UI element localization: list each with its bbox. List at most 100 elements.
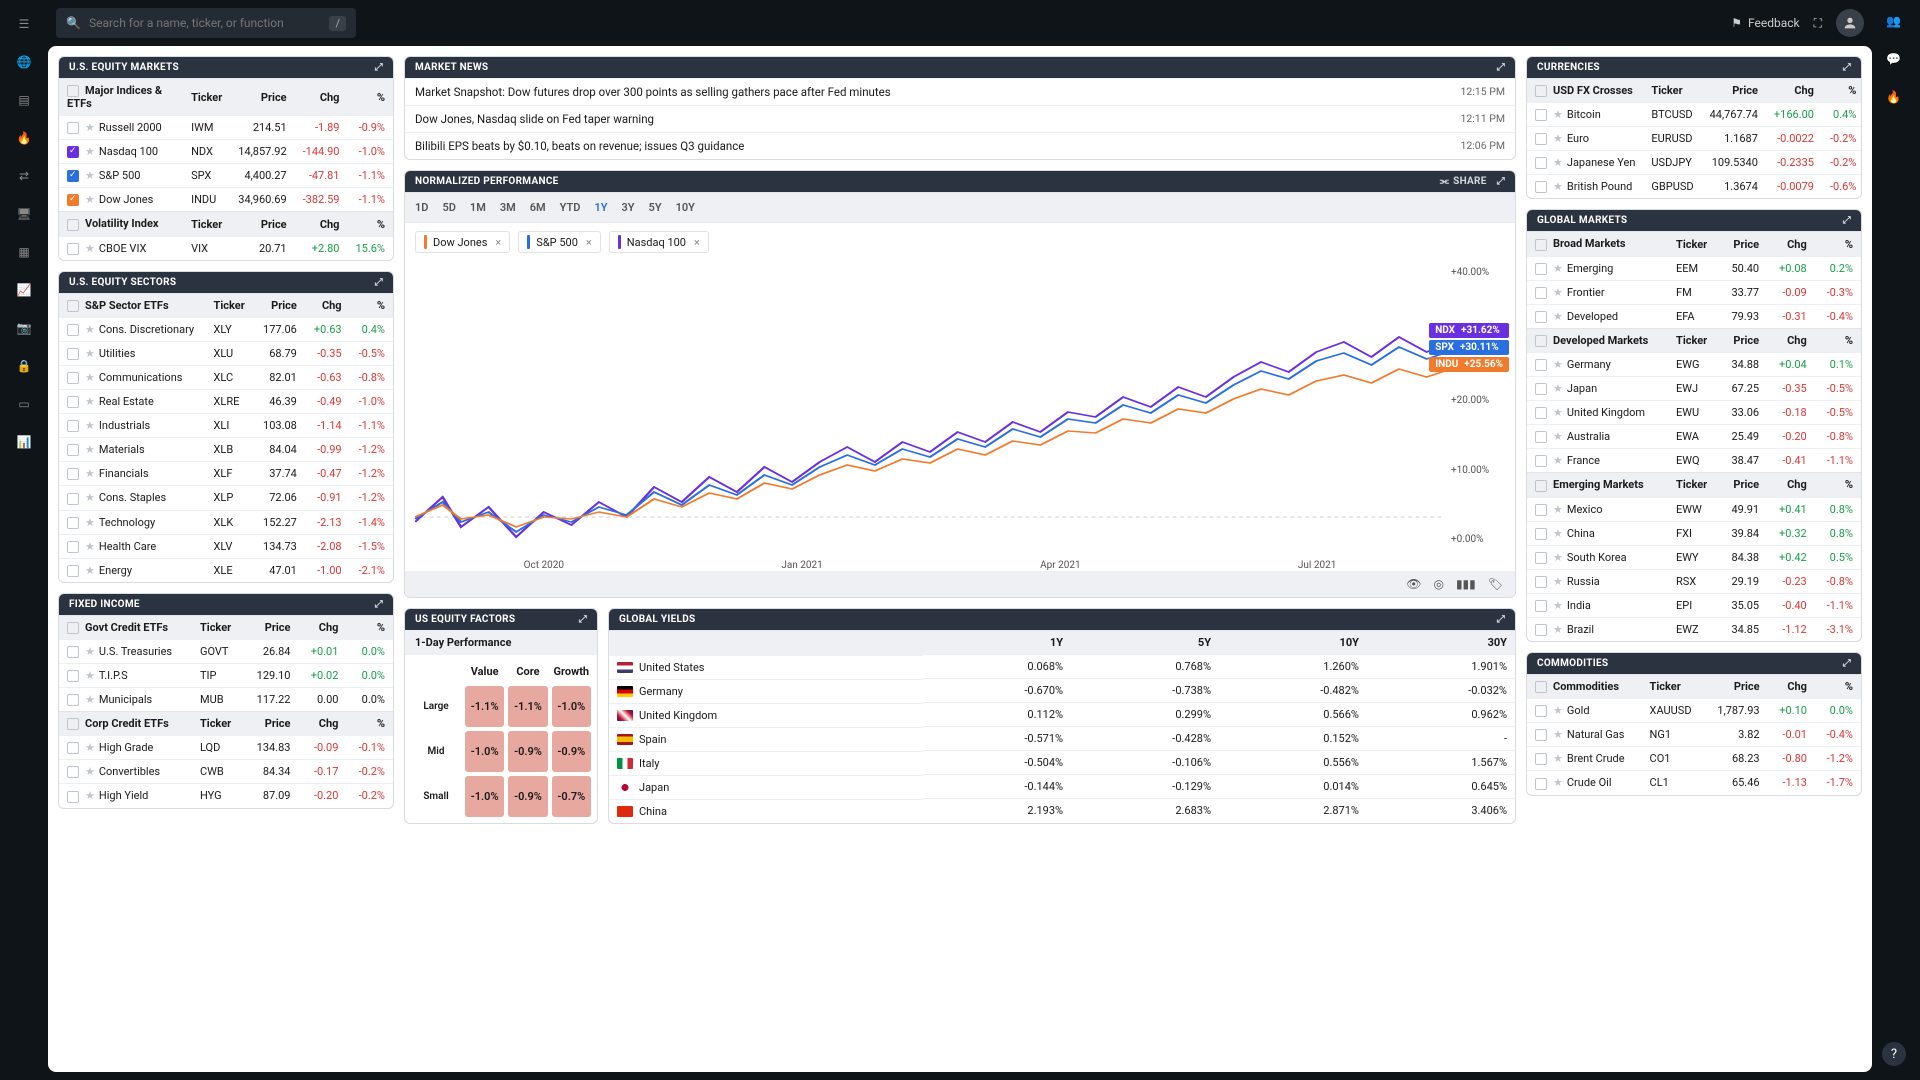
expand-icon[interactable]: ⤢ bbox=[1497, 176, 1505, 187]
eye-off-icon[interactable]: 👁 bbox=[1406, 577, 1421, 591]
table-row[interactable]: ★TechnologyXLK152.27-2.13-1.4% bbox=[59, 510, 393, 534]
table-row[interactable]: ★S&P 500SPX4,400.27-47.81-1.1% bbox=[59, 164, 393, 188]
chart-icon[interactable]: 📊 bbox=[14, 432, 34, 452]
table-row[interactable]: ★U.S. TreasuriesGOVT26.84+0.010.0% bbox=[59, 639, 393, 663]
news-icon[interactable]: ▤ bbox=[14, 90, 34, 110]
table-row[interactable]: ★Health CareXLV134.73-2.08-1.5% bbox=[59, 534, 393, 558]
yield-row[interactable]: Germany-0.670%-0.738%-0.482%-0.032% bbox=[609, 679, 1515, 703]
table-row[interactable]: ★Russell 2000IWM214.51-1.89-0.9% bbox=[59, 116, 393, 140]
table-row[interactable]: ★BrazilEWZ34.85-1.12-3.1% bbox=[1527, 617, 1861, 641]
range-tab-3Y[interactable]: 3Y bbox=[622, 201, 635, 214]
yield-row[interactable]: United States0.068%0.768%1.260%1.901% bbox=[609, 655, 1515, 679]
swap-icon[interactable]: ⇄ bbox=[14, 166, 34, 186]
table-row[interactable]: ★DevelopedEFA79.93-0.31-0.4% bbox=[1527, 304, 1861, 328]
range-tab-5D[interactable]: 5D bbox=[442, 201, 455, 214]
table-row[interactable]: ★Brent CrudeCO168.23-0.80-1.2% bbox=[1527, 747, 1861, 771]
table-row[interactable]: ★CommunicationsXLC82.01-0.63-0.8% bbox=[59, 365, 393, 389]
news-item[interactable]: Bilibili EPS beats by $0.10, beats on re… bbox=[405, 132, 1515, 159]
fire-icon[interactable]: 🔥 bbox=[14, 128, 34, 148]
expand-icon[interactable]: ⤢ bbox=[579, 614, 587, 625]
table-row[interactable]: ★CBOE VIXVIX20.71+2.8015.6% bbox=[59, 236, 393, 260]
factor-cell[interactable]: -1.0% bbox=[465, 731, 504, 772]
yield-row[interactable]: United Kingdom0.112%0.299%0.566%0.962% bbox=[609, 703, 1515, 727]
table-row[interactable]: ★EuroEURUSD1.1687-0.0022-0.2% bbox=[1527, 127, 1862, 151]
range-tab-10Y[interactable]: 10Y bbox=[676, 201, 695, 214]
search-field[interactable] bbox=[89, 16, 322, 30]
table-row[interactable]: ★Cons. StaplesXLP72.06-0.91-1.2% bbox=[59, 486, 393, 510]
expand-icon[interactable]: ⤢ bbox=[375, 599, 383, 610]
factor-cell[interactable]: -0.9% bbox=[508, 731, 547, 772]
yield-row[interactable]: Italy-0.504%-0.106%0.556%1.567% bbox=[609, 751, 1515, 775]
help-button[interactable]: ? bbox=[1882, 1042, 1906, 1066]
factor-cell[interactable]: -1.1% bbox=[508, 686, 547, 727]
feedback-button[interactable]: ⚑ Feedback bbox=[1731, 16, 1799, 30]
table-row[interactable]: ★T.I.P.STIP129.10+0.020.0% bbox=[59, 663, 393, 687]
table-row[interactable]: ★South KoreaEWY84.38+0.420.5% bbox=[1527, 545, 1861, 569]
table-row[interactable]: ★British PoundGBPUSD1.3674-0.0079-0.6% bbox=[1527, 175, 1862, 199]
table-row[interactable]: ★RussiaRSX29.19-0.23-0.8% bbox=[1527, 569, 1861, 593]
table-row[interactable]: ★FrontierFM33.77-0.09-0.3% bbox=[1527, 280, 1861, 304]
table-row[interactable]: ★MaterialsXLB84.04-0.99-1.2% bbox=[59, 438, 393, 462]
series-chip[interactable]: Nasdaq 100× bbox=[609, 231, 709, 253]
yield-row[interactable]: Spain-0.571%-0.428%0.152%- bbox=[609, 727, 1515, 751]
table-row[interactable]: ★BitcoinBTCUSD44,767.74+166.000.4% bbox=[1527, 103, 1862, 127]
table-row[interactable]: ★JapanEWJ67.25-0.35-0.5% bbox=[1527, 377, 1861, 401]
message-icon[interactable]: 💬 bbox=[1886, 52, 1906, 72]
table-row[interactable]: ★Japanese YenUSDJPY109.5340-0.2335-0.2% bbox=[1527, 151, 1862, 175]
fullscreen-icon[interactable]: ⛶ bbox=[1814, 16, 1822, 31]
bars-icon[interactable]: ▮▮▮ bbox=[1456, 577, 1476, 591]
factor-cell[interactable]: -1.0% bbox=[552, 686, 591, 727]
table-row[interactable]: ★MunicipalsMUB117.220.000.0% bbox=[59, 688, 393, 712]
close-icon[interactable]: × bbox=[495, 236, 501, 249]
range-tab-YTD[interactable]: YTD bbox=[560, 201, 581, 214]
yield-row[interactable]: China2.193%2.683%2.871%3.406% bbox=[609, 799, 1515, 823]
factor-cell[interactable]: -0.7% bbox=[552, 776, 591, 817]
table-row[interactable]: ★UtilitiesXLU68.79-0.35-0.5% bbox=[59, 341, 393, 365]
card-icon[interactable]: ▭ bbox=[14, 394, 34, 414]
table-row[interactable]: ★Real EstateXLRE46.39-0.49-1.0% bbox=[59, 390, 393, 414]
table-row[interactable]: ★ConvertiblesCWB84.34-0.17-0.2% bbox=[59, 760, 393, 784]
table-row[interactable]: ★Nasdaq 100NDX14,857.92-144.90-1.0% bbox=[59, 140, 393, 164]
search-input[interactable]: 🔍 / bbox=[56, 8, 356, 38]
tag-icon[interactable]: 🏷 bbox=[1488, 577, 1503, 591]
menu-icon[interactable]: ☰ bbox=[14, 14, 34, 34]
expand-icon[interactable]: ⤢ bbox=[1843, 215, 1851, 226]
camera-icon[interactable]: 📷 bbox=[14, 318, 34, 338]
close-icon[interactable]: × bbox=[694, 236, 700, 249]
globe-icon[interactable]: 🌐 bbox=[14, 52, 34, 72]
fire-icon[interactable]: 🔥 bbox=[1886, 90, 1906, 110]
expand-icon[interactable]: ⤢ bbox=[1497, 614, 1505, 625]
news-item[interactable]: Dow Jones, Nasdaq slide on Fed taper war… bbox=[405, 105, 1515, 132]
table-row[interactable]: ★FranceEWQ38.47-0.41-1.1% bbox=[1527, 449, 1861, 473]
monitor-icon[interactable]: 🖥 bbox=[14, 204, 34, 224]
expand-icon[interactable]: ⤢ bbox=[1843, 658, 1851, 669]
table-row[interactable]: ★Natural GasNG13.82-0.01-0.4% bbox=[1527, 723, 1861, 747]
trend-icon[interactable]: 📈 bbox=[14, 280, 34, 300]
close-icon[interactable]: × bbox=[586, 236, 592, 249]
table-row[interactable]: ★High GradeLQD134.83-0.09-0.1% bbox=[59, 736, 393, 760]
range-tab-5Y[interactable]: 5Y bbox=[649, 201, 662, 214]
table-row[interactable]: ★Dow JonesINDU34,960.69-382.59-1.1% bbox=[59, 188, 393, 212]
range-tab-3M[interactable]: 3M bbox=[500, 201, 516, 214]
expand-icon[interactable]: ⤢ bbox=[375, 62, 383, 73]
table-row[interactable]: ★EnergyXLE47.01-1.00-2.1% bbox=[59, 558, 393, 582]
table-row[interactable]: ★High YieldHYG87.09-0.20-0.2% bbox=[59, 784, 393, 808]
table-row[interactable]: ★FinancialsXLF37.74-0.47-1.2% bbox=[59, 462, 393, 486]
avatar[interactable] bbox=[1836, 9, 1864, 37]
range-tab-1M[interactable]: 1M bbox=[470, 201, 486, 214]
yield-row[interactable]: Japan-0.144%-0.129%0.014%0.645% bbox=[609, 775, 1515, 799]
table-row[interactable]: ★IndiaEPI35.05-0.40-1.1% bbox=[1527, 593, 1861, 617]
factor-cell[interactable]: -1.1% bbox=[465, 686, 504, 727]
table-row[interactable]: ★EmergingEEM50.40+0.080.2% bbox=[1527, 256, 1861, 280]
grid-icon[interactable]: ▦ bbox=[14, 242, 34, 262]
range-tab-1D[interactable]: 1D bbox=[415, 201, 428, 214]
contacts-icon[interactable]: 👥 bbox=[1886, 14, 1906, 34]
expand-icon[interactable]: ⤢ bbox=[1843, 62, 1851, 73]
table-row[interactable]: ★ChinaFXI39.84+0.320.8% bbox=[1527, 521, 1861, 545]
series-chip[interactable]: S&P 500× bbox=[518, 231, 600, 253]
share-button[interactable]: ⫘SHARE bbox=[1440, 176, 1487, 187]
news-item[interactable]: Market Snapshot: Dow futures drop over 3… bbox=[405, 78, 1515, 105]
performance-chart[interactable]: NDX+31.62%SPX+30.11%INDU+25.56% +40.00%+… bbox=[405, 261, 1515, 571]
factor-cell[interactable]: -0.9% bbox=[552, 731, 591, 772]
table-row[interactable]: ★Cons. DiscretionaryXLY177.06+0.630.4% bbox=[59, 317, 393, 341]
